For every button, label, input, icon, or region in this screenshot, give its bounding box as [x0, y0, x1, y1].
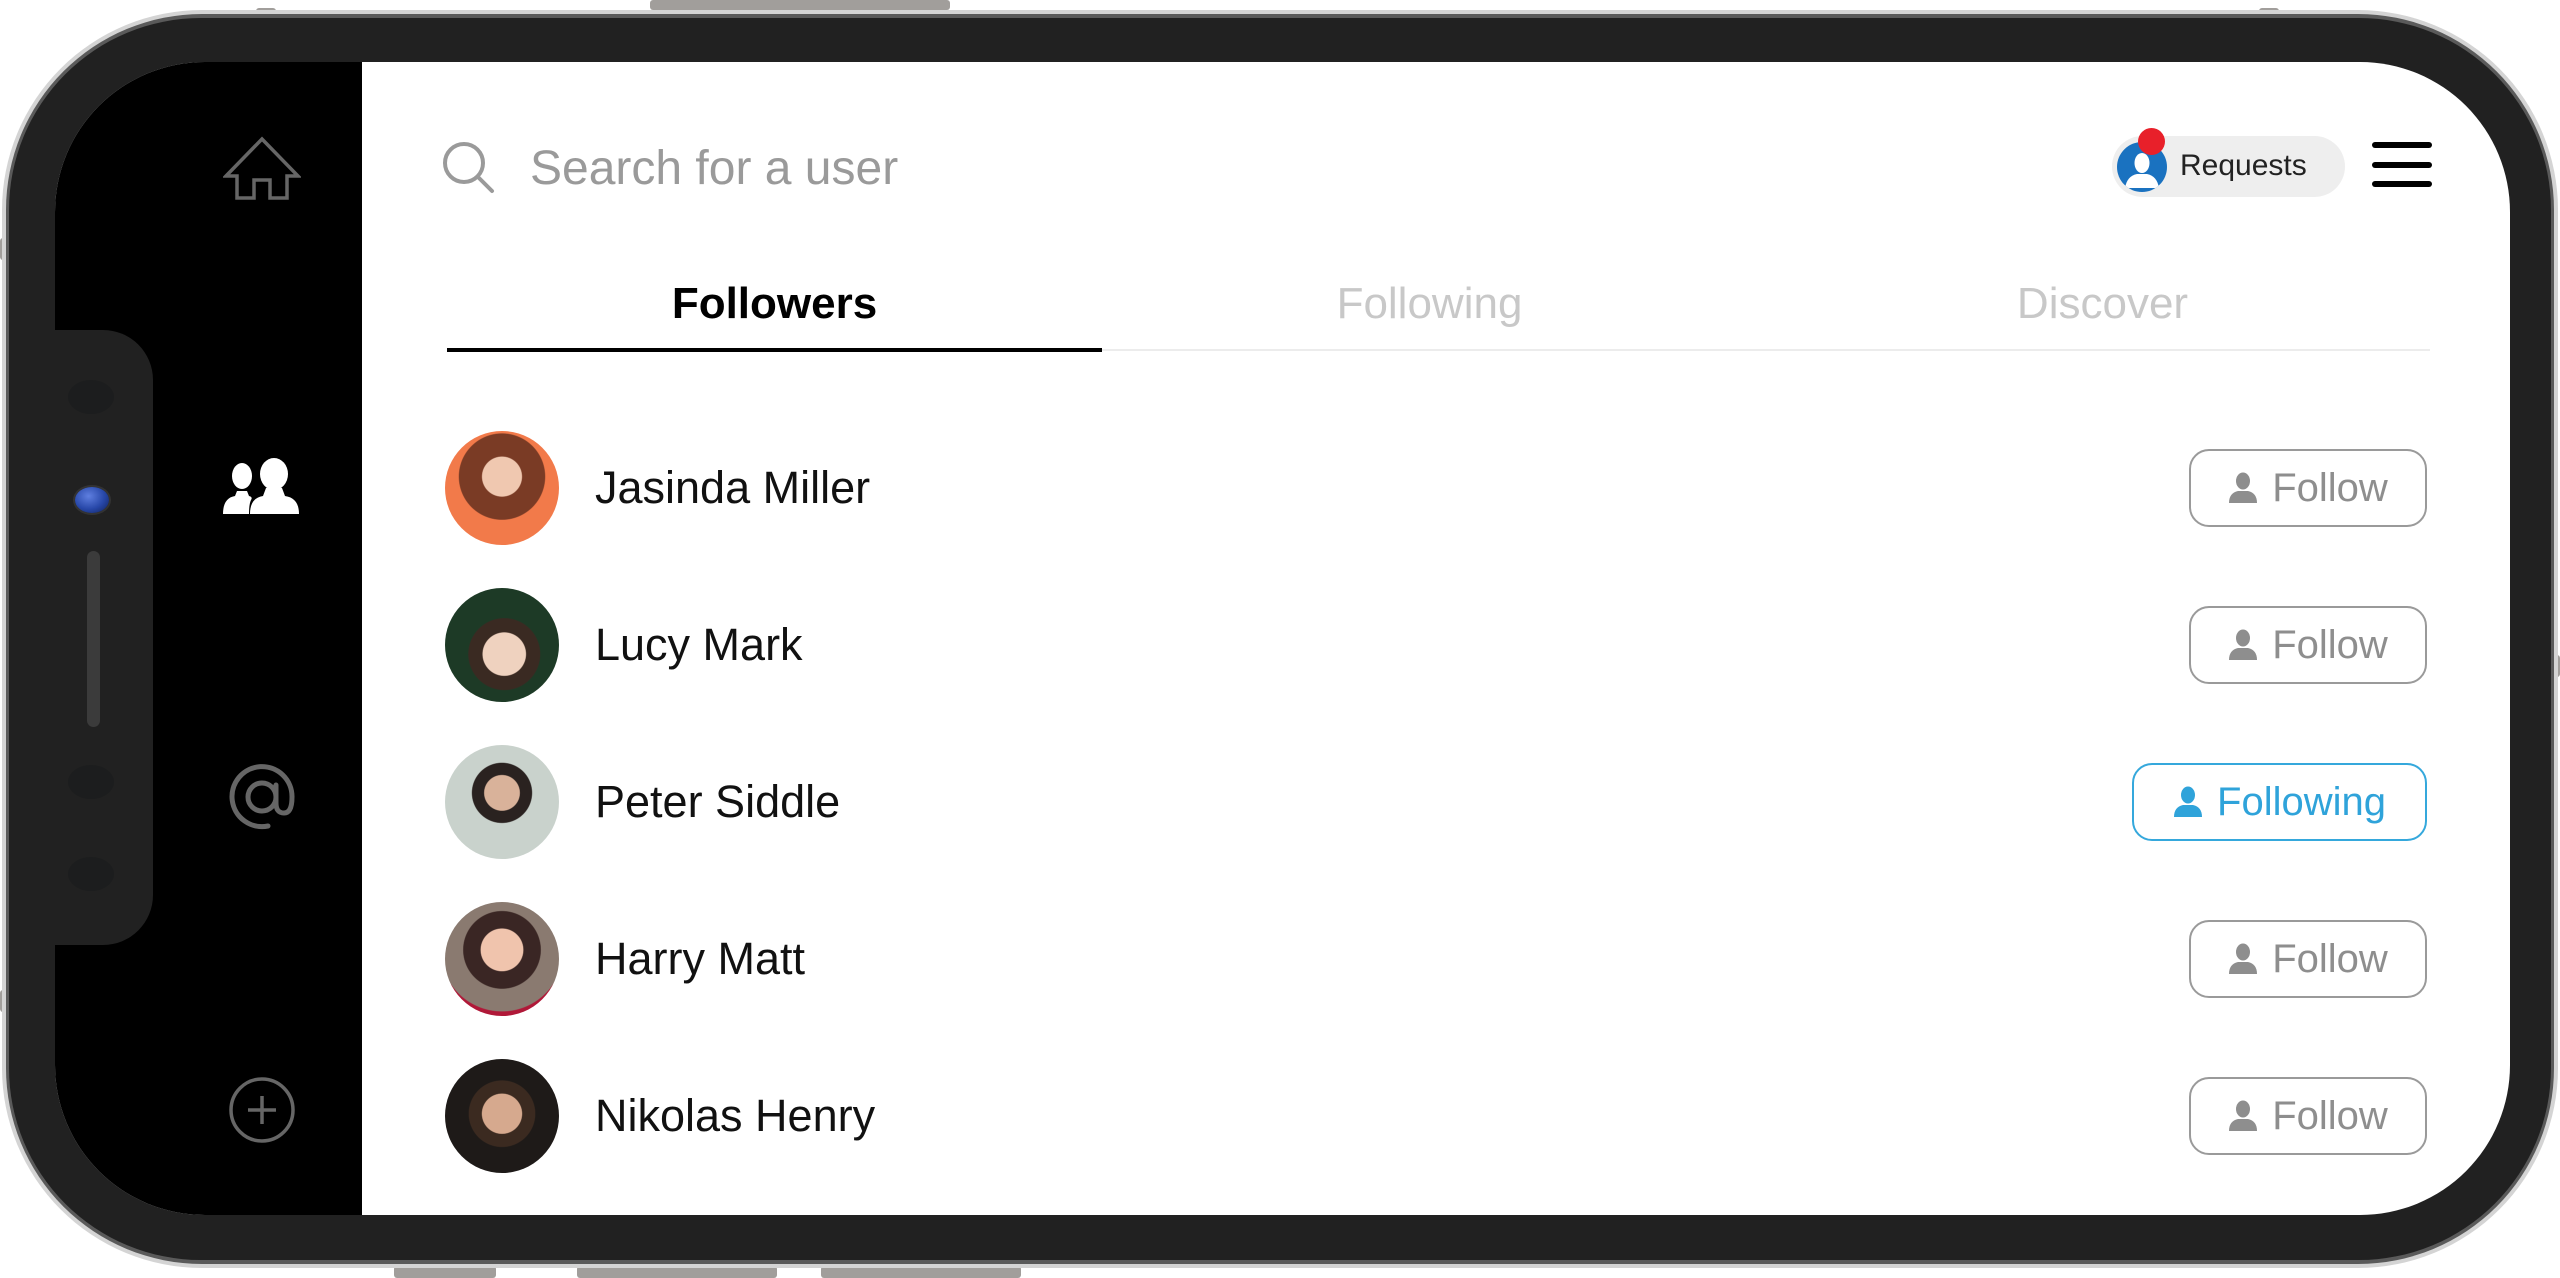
notch-sensor: [68, 380, 114, 414]
notch-sensor: [68, 857, 114, 891]
follow-button[interactable]: Follow: [2189, 1077, 2427, 1155]
top-hardware-button: [650, 0, 950, 10]
list-item: Jasinda Miller Follow: [445, 428, 2430, 548]
tab-following[interactable]: Following: [1102, 255, 1757, 352]
search-bar: [440, 135, 1540, 201]
sidebar-item-people[interactable]: [207, 442, 317, 532]
plus-circle-icon: [229, 1077, 295, 1143]
hamburger-line: [2372, 162, 2432, 168]
menu-button[interactable]: [2370, 138, 2434, 192]
notch-sensor: [68, 765, 114, 799]
people-icon: [223, 458, 299, 514]
user-icon: [2229, 1100, 2258, 1131]
avatar[interactable]: [445, 588, 559, 702]
user-icon: [2229, 472, 2258, 503]
avatar[interactable]: [445, 1059, 559, 1173]
list-item: Peter Siddle Following: [445, 742, 2430, 862]
avatar[interactable]: [445, 431, 559, 545]
hamburger-line: [2372, 181, 2432, 187]
phone-notch: [55, 330, 153, 945]
follow-button[interactable]: Follow: [2189, 920, 2427, 998]
avatar[interactable]: [445, 902, 559, 1016]
requests-label: Requests: [2180, 149, 2307, 182]
requests-button[interactable]: Requests: [2112, 128, 2345, 197]
search-icon: [443, 142, 494, 193]
list-item: Harry Matt Follow: [445, 899, 2430, 1019]
follow-button-label: Follow: [2272, 1093, 2388, 1138]
earpiece-speaker: [87, 551, 100, 727]
follow-button-label: Follow: [2272, 465, 2388, 510]
following-button[interactable]: Following: [2132, 763, 2427, 841]
user-name[interactable]: Peter Siddle: [595, 776, 840, 828]
user-name[interactable]: Nikolas Henry: [595, 1090, 875, 1142]
active-tab-indicator: [447, 348, 1102, 352]
follow-button[interactable]: Follow: [2189, 449, 2427, 527]
home-icon: [223, 136, 301, 200]
list-item: Nikolas Henry Follow: [445, 1056, 2430, 1176]
hamburger-line: [2372, 142, 2432, 148]
following-button-label: Following: [2217, 779, 2386, 824]
phone-bottom-bezel: [362, 1215, 2362, 1258]
tab-followers[interactable]: Followers: [447, 255, 1102, 352]
follow-button[interactable]: Follow: [2189, 606, 2427, 684]
follow-button-label: Follow: [2272, 936, 2388, 981]
follow-button-label: Follow: [2272, 622, 2388, 667]
user-name[interactable]: Harry Matt: [595, 933, 805, 985]
notification-badge: [2138, 128, 2165, 155]
tab-discover[interactable]: Discover: [1775, 255, 2430, 352]
sidebar-item-mentions[interactable]: [207, 752, 317, 842]
user-name[interactable]: Jasinda Miller: [595, 462, 870, 514]
sidebar-item-add[interactable]: [207, 1065, 317, 1155]
search-input[interactable]: [528, 139, 1432, 197]
front-camera: [75, 487, 109, 513]
user-icon: [2174, 786, 2203, 817]
user-icon: [2229, 943, 2258, 974]
at-sign-icon: [229, 764, 295, 830]
user-name[interactable]: Lucy Mark: [595, 619, 803, 671]
avatar[interactable]: [445, 745, 559, 859]
list-item: Lucy Mark Follow: [445, 585, 2430, 705]
tab-bar: Followers Following Discover: [447, 255, 2430, 352]
user-icon: [2229, 629, 2258, 660]
sidebar-item-home[interactable]: [207, 123, 317, 213]
